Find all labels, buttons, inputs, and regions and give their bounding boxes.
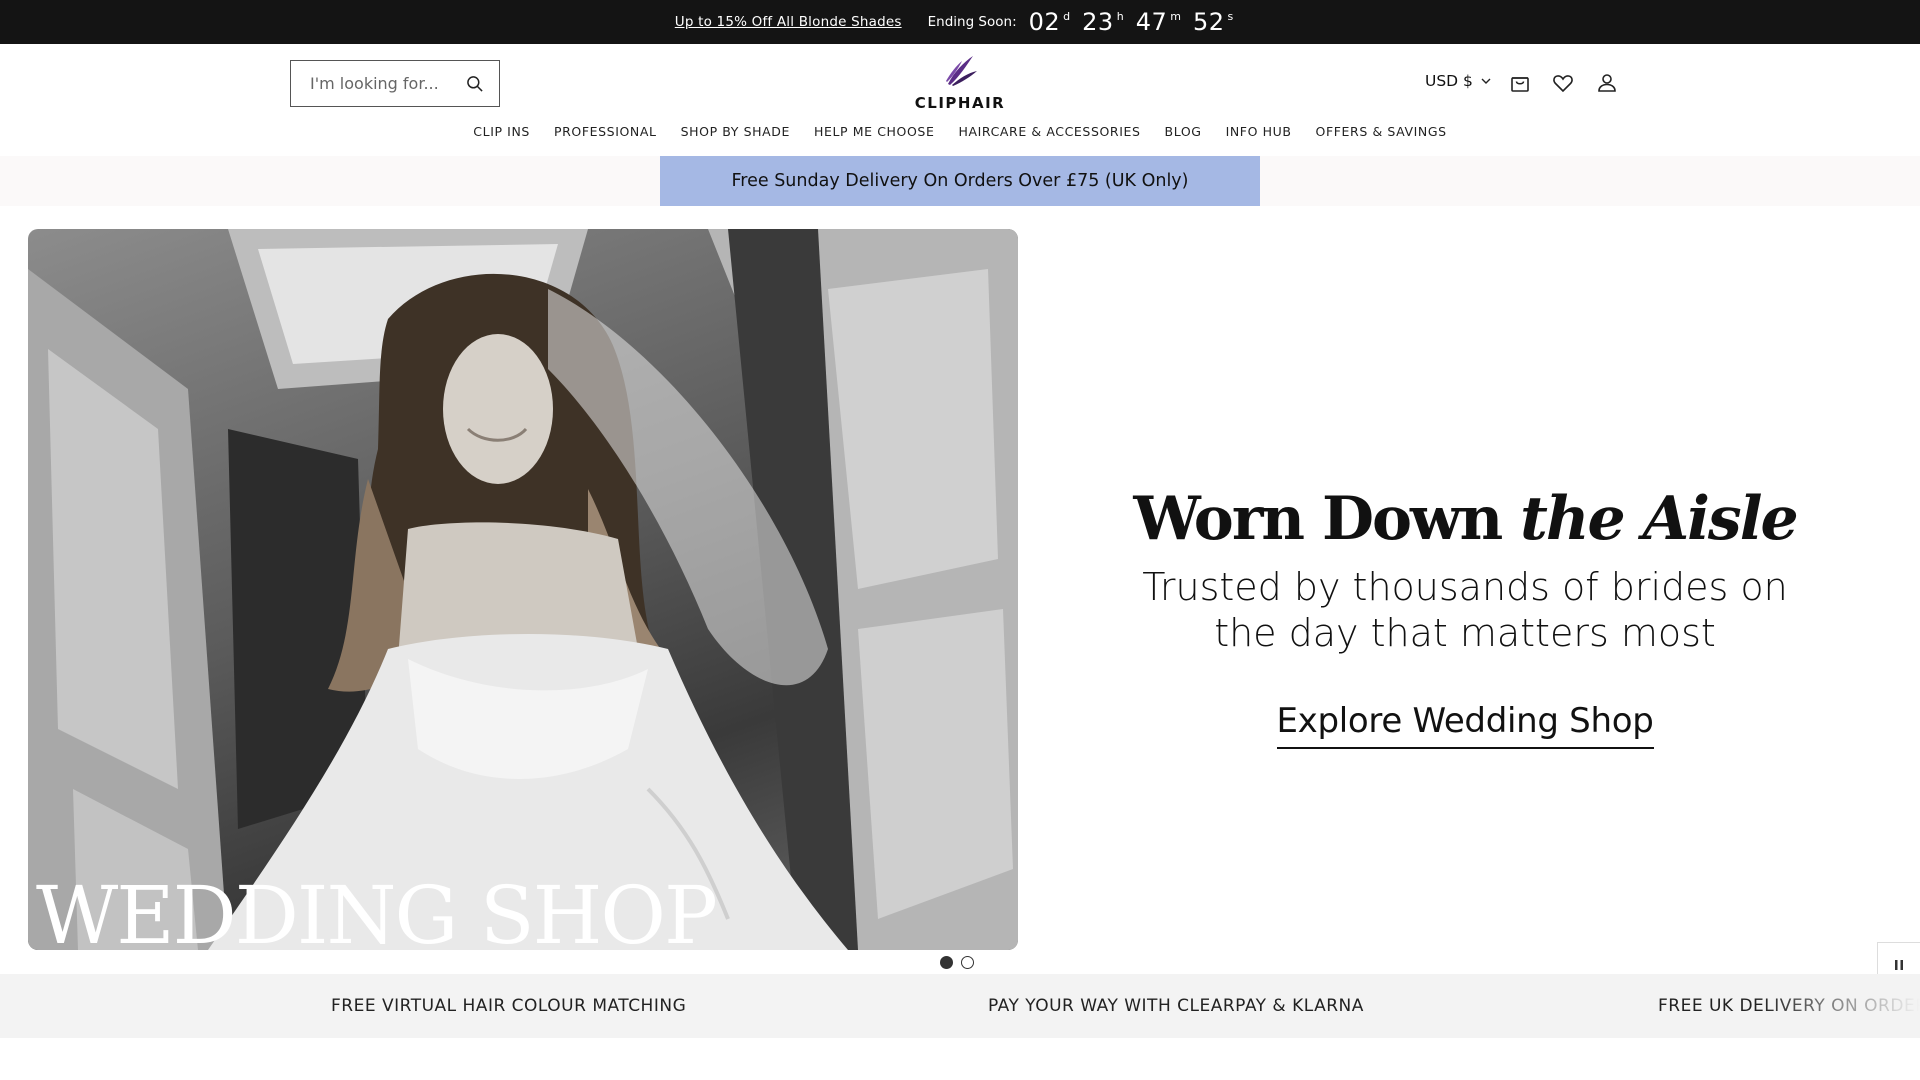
- cart-icon[interactable]: [1508, 71, 1532, 95]
- account-icon[interactable]: [1595, 71, 1619, 95]
- slide-dot-2[interactable]: [961, 956, 974, 969]
- explore-wedding-shop-button[interactable]: Explore Wedding Shop: [1276, 701, 1654, 749]
- currency-selector[interactable]: USD $: [1425, 72, 1491, 90]
- wishlist-heart-icon[interactable]: [1551, 71, 1575, 95]
- usp-item-colour-matching: FREE VIRTUAL HAIR COLOUR MATCHING: [331, 996, 687, 1016]
- hero-image-caption: WEDDING SHOP: [36, 869, 718, 951]
- slide-pagination: [940, 956, 974, 969]
- nav-item-blog[interactable]: BLOG: [1165, 124, 1202, 139]
- countdown-minutes: 47: [1135, 8, 1168, 36]
- nav-item-info-hub[interactable]: INFO HUB: [1226, 124, 1292, 139]
- chevron-down-icon: [1481, 78, 1491, 84]
- countdown-label: Ending Soon:: [927, 14, 1017, 30]
- site-logo[interactable]: CLIPHAIR: [910, 54, 1010, 112]
- hero-slideshow: WEDDING SHOP Worn Down the Aisle Trusted…: [0, 206, 1920, 986]
- announcement-bar: Up to 15% Off All Blonde Shades Ending S…: [0, 0, 1920, 44]
- countdown-hours-unit: h: [1116, 10, 1124, 23]
- search-input[interactable]: [310, 74, 460, 93]
- slide-dot-1[interactable]: [940, 956, 953, 969]
- countdown-days-unit: d: [1063, 10, 1071, 23]
- hero-title-plain: Worn Down: [1133, 484, 1521, 554]
- countdown-timer: 02 d 23 h 47 m 52 s: [1029, 8, 1246, 36]
- hero-title: Worn Down the Aisle: [1120, 486, 1810, 552]
- promo-strip: Free Sunday Delivery On Orders Over £75 …: [0, 156, 1920, 206]
- countdown-seconds-unit: s: [1227, 10, 1234, 23]
- nav-item-haircare-accessories[interactable]: HAIRCARE & ACCESSORIES: [958, 124, 1140, 139]
- usp-fade-overlay: [1760, 974, 1920, 1038]
- countdown-hours: 23: [1082, 8, 1114, 36]
- countdown-days: 02: [1028, 8, 1061, 36]
- logo-feather-icon: [946, 56, 977, 86]
- usp-item-clearpay-klarna: PAY YOUR WAY WITH CLEARPAY & KLARNA: [988, 996, 1364, 1016]
- nav-item-clip-ins[interactable]: CLIP INS: [473, 124, 530, 139]
- nav-item-help-me-choose[interactable]: HELP ME CHOOSE: [814, 124, 934, 139]
- nav-item-offers-savings[interactable]: OFFERS & SAVINGS: [1316, 124, 1447, 139]
- usp-marquee: FREE VIRTUAL HAIR COLOUR MATCHING PAY YO…: [0, 974, 1920, 1038]
- search-box[interactable]: [290, 60, 500, 107]
- main-navigation: CLIP INS PROFESSIONAL SHOP BY SHADE HELP…: [0, 124, 1920, 139]
- currency-label: USD $: [1425, 72, 1473, 90]
- countdown-minutes-unit: m: [1170, 10, 1181, 23]
- hero-text-block: Worn Down the Aisle Trusted by thousands…: [1120, 486, 1810, 749]
- bride-photo-illustration: [28, 229, 1018, 950]
- search-icon[interactable]: [465, 74, 485, 94]
- logo-text: CLIPHAIR: [914, 94, 1006, 112]
- site-header: CLIPHAIR USD $ CLIP INS PROFESSIONAL SHO…: [0, 44, 1920, 156]
- promo-banner[interactable]: Free Sunday Delivery On Orders Over £75 …: [660, 156, 1260, 206]
- hero-subtitle: Trusted by thousands of brides on the da…: [1142, 565, 1788, 656]
- hero-image[interactable]: WEDDING SHOP: [28, 229, 1018, 950]
- nav-item-shop-by-shade[interactable]: SHOP BY SHADE: [681, 124, 790, 139]
- hero-title-italic: the Aisle: [1520, 484, 1798, 554]
- countdown-seconds: 52: [1192, 8, 1225, 36]
- pause-icon: [1895, 959, 1903, 970]
- nav-item-professional[interactable]: PROFESSIONAL: [554, 124, 657, 139]
- announcement-link[interactable]: Up to 15% Off All Blonde Shades: [675, 14, 902, 30]
